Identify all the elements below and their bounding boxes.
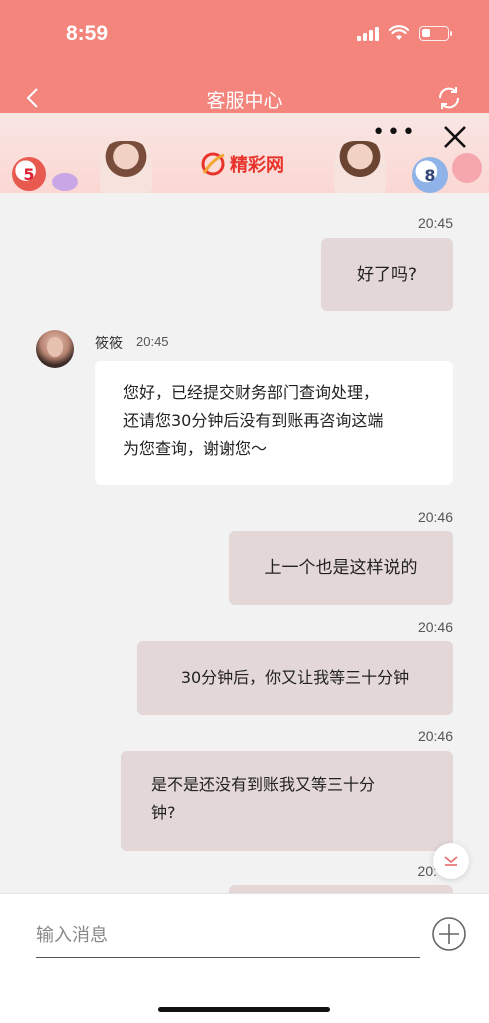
- banner-model-image: [100, 141, 152, 193]
- chat-thread[interactable]: 20:45 好了吗? 筱筱 20:45 您好，已经提交财务部门查询处理， 还请您…: [0, 193, 489, 893]
- message-time: 20:45: [417, 215, 453, 231]
- refresh-icon: [438, 87, 460, 109]
- home-indicator: [158, 1007, 330, 1012]
- message-time: 20:46: [417, 728, 453, 744]
- wifi-icon: [389, 25, 409, 40]
- lottery-ball-icon: 8: [412, 157, 448, 193]
- banner-logo: 精彩网: [200, 151, 284, 177]
- refresh-button[interactable]: [435, 84, 463, 112]
- page-title: 客服中心: [206, 90, 283, 112]
- scroll-to-bottom-button[interactable]: [433, 843, 469, 879]
- chevron-down-icon: [444, 856, 458, 866]
- more-dots-icon[interactable]: •••: [372, 122, 417, 144]
- avatar[interactable]: [36, 330, 74, 368]
- message-time: 20:46: [417, 509, 453, 525]
- heart-decoration: [52, 173, 78, 191]
- ball-decoration: [452, 153, 482, 183]
- status-icons: [357, 25, 452, 41]
- message-time: 20:45: [136, 334, 169, 349]
- close-button[interactable]: [441, 123, 469, 151]
- status-time: 8:59: [66, 22, 109, 45]
- message-bubble-outgoing[interactable]: 上一个也是这样说的: [229, 531, 453, 605]
- sender-name: 筱筱: [95, 336, 123, 352]
- message-text: 好了吗?: [356, 264, 418, 285]
- close-icon: [444, 126, 466, 148]
- battery-level: [422, 28, 430, 37]
- message-bubble-outgoing[interactable]: 好了吗?: [321, 238, 453, 311]
- logo-icon: [201, 152, 225, 176]
- banner-model-image: [334, 141, 386, 193]
- message-text-line: 还请您30分钟后没有到账再咨询这端: [123, 411, 384, 430]
- message-text-line: 您好，已经提交财务部门查询处理，: [123, 383, 380, 402]
- message-text-line: 是不是还没有到账我又等三十分: [151, 775, 376, 794]
- logo-text: 精彩网: [230, 155, 284, 176]
- lottery-ball-icon: 5: [12, 157, 46, 191]
- message-text: 上一个也是这样说的: [264, 558, 418, 578]
- message-text: 30分钟后，你又让我等三十分钟: [180, 668, 410, 687]
- message-bubble-outgoing[interactable]: 是不是还没有到账我又等三十分 钟?: [121, 751, 453, 851]
- add-attachment-button[interactable]: [431, 916, 467, 952]
- signal-icon: [357, 25, 379, 41]
- header-bar: 8:59 客服中心: [0, 0, 489, 113]
- message-bubble-incoming[interactable]: 您好，已经提交财务部门查询处理， 还请您30分钟后没有到账再咨询这端 为您查询，…: [95, 361, 453, 485]
- plus-circle-icon: [432, 917, 466, 951]
- message-bubble-outgoing[interactable]: 30分钟后，你又让我等三十分钟: [137, 641, 453, 715]
- ad-banner[interactable]: 5 精彩网 8 •••: [0, 113, 489, 193]
- message-bubble-outgoing[interactable]: [229, 885, 453, 893]
- battery-icon: [419, 25, 452, 41]
- message-text-line: 为您查询，谢谢您～: [123, 439, 268, 458]
- message-input[interactable]: [36, 914, 420, 958]
- message-composer: [0, 893, 489, 1023]
- message-time: 20:46: [417, 619, 453, 635]
- message-text-line: 钟?: [151, 803, 176, 822]
